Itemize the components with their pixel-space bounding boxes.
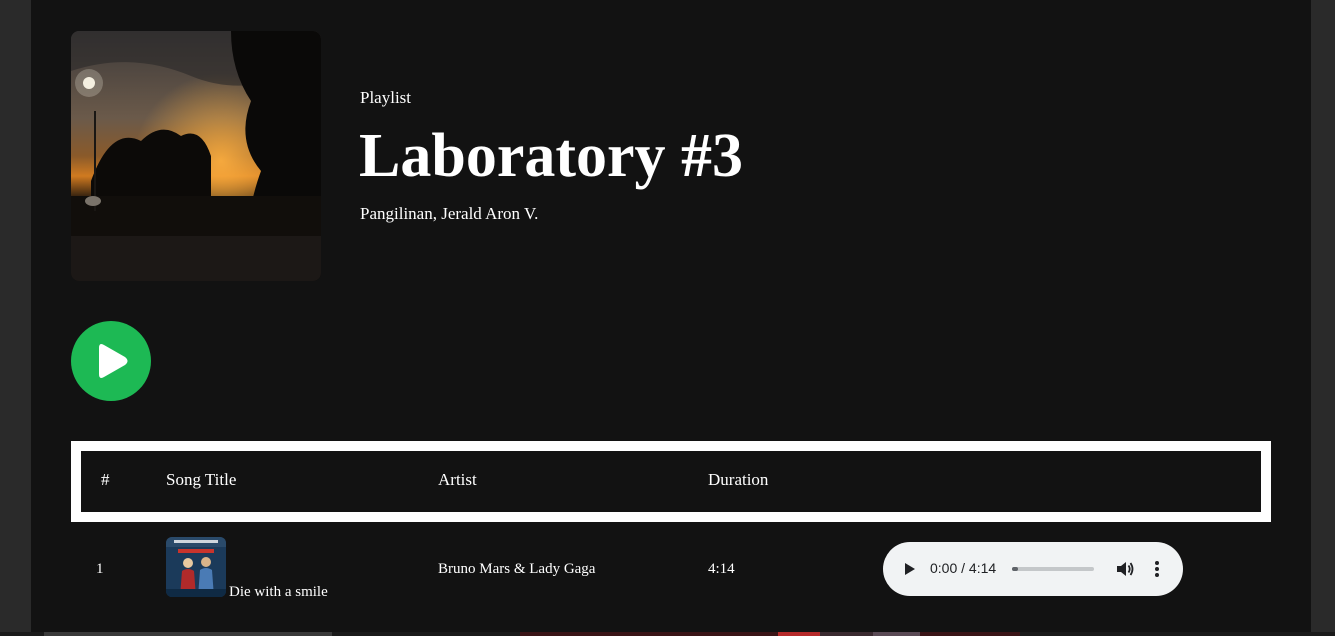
- table-header: # Song Title Artist Duration: [71, 441, 1271, 522]
- column-header-duration: Duration: [708, 470, 769, 489]
- track-artist: Bruno Mars & Lady Gaga: [438, 561, 596, 577]
- column-header-number: #: [101, 470, 110, 489]
- audio-progress-bar[interactable]: [1012, 567, 1094, 571]
- column-header-artist: Artist: [438, 470, 477, 489]
- track-album-art: [166, 537, 226, 597]
- track-number: 1: [96, 561, 104, 577]
- volume-icon[interactable]: [1115, 560, 1135, 578]
- audio-progress-fill: [1012, 567, 1018, 571]
- play-button[interactable]: [71, 321, 151, 401]
- bottom-taskbar-strip: [0, 632, 1335, 636]
- play-icon: [99, 344, 128, 378]
- playlist-type-label: Playlist: [360, 88, 412, 107]
- column-header-title: Song Title: [166, 470, 237, 489]
- play-icon[interactable]: [901, 561, 917, 577]
- table-row[interactable]: 1 Die with a smile Bruno Mars & Lady Gag…: [71, 530, 1271, 610]
- playlist-cover-image: [71, 31, 321, 281]
- page-title: Laboratory #3: [359, 122, 744, 190]
- audio-time: 0:00 / 4:14: [930, 560, 997, 576]
- playlist-owner: Pangilinan, Jerald Aron V.: [360, 204, 539, 223]
- playlist-page: Playlist Laboratory #3 Pangilinan, Jeral…: [31, 0, 1311, 632]
- more-vertical-icon[interactable]: [1149, 559, 1165, 579]
- audio-player[interactable]: 0:00 / 4:14: [883, 542, 1183, 596]
- track-title: Die with a smile: [229, 584, 328, 600]
- track-duration: 4:14: [708, 561, 735, 577]
